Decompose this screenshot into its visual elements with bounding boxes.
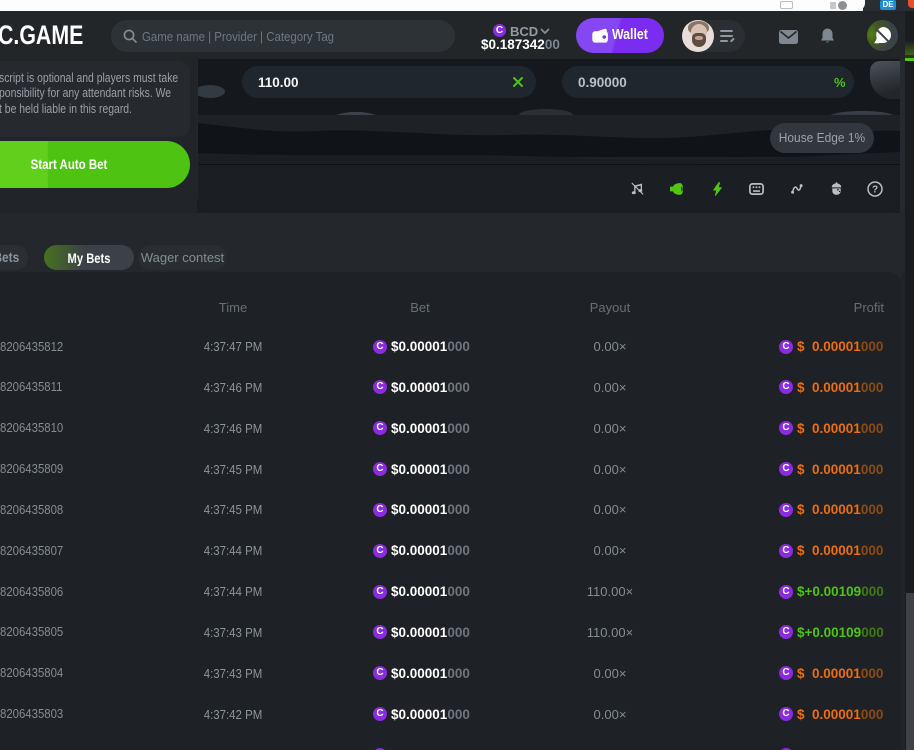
svg-text:?: ? xyxy=(872,184,878,195)
